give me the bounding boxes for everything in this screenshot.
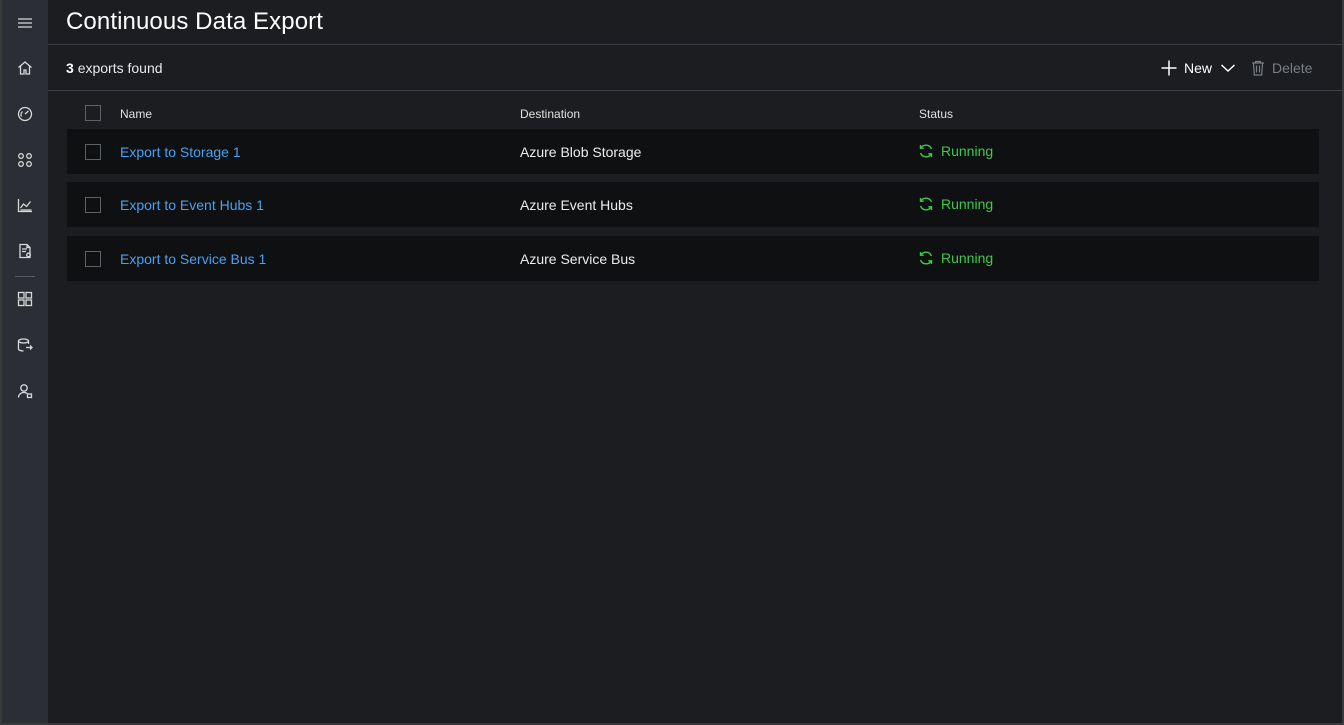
status-badge: Running xyxy=(918,250,993,266)
refresh-running-icon xyxy=(919,251,933,265)
chevron-down-icon xyxy=(1221,64,1236,73)
table-row[interactable]: Export to Event Hubs 1 Azure Event Hubs … xyxy=(67,182,1319,227)
refresh-running-icon xyxy=(919,144,933,158)
status-text: Running xyxy=(941,196,994,212)
dashboard-gauge-icon[interactable] xyxy=(2,94,48,134)
trash-icon xyxy=(1252,60,1264,76)
jobs-document-icon[interactable] xyxy=(2,231,48,271)
column-header-destination[interactable]: Destination xyxy=(520,107,580,121)
column-header-name[interactable]: Name xyxy=(120,107,152,121)
export-count: 3 exports found xyxy=(66,60,163,76)
export-count-number: 3 xyxy=(66,60,74,76)
new-button-label: New xyxy=(1184,60,1213,76)
row-checkbox[interactable] xyxy=(85,197,101,213)
status-text: Running xyxy=(941,143,994,159)
export-name-link[interactable]: Export to Service Bus 1 xyxy=(120,251,266,267)
title-divider xyxy=(48,44,1342,45)
table-row[interactable]: Export to Service Bus 1 Azure Service Bu… xyxy=(67,236,1319,281)
devices-icon[interactable] xyxy=(2,140,48,180)
toolbar-divider xyxy=(48,90,1342,91)
main-content: Continuous Data Export 3 exports found N… xyxy=(48,0,1342,723)
status-badge: Running xyxy=(918,196,993,212)
hamburger-menu-icon[interactable] xyxy=(2,3,48,43)
app-templates-grid-icon[interactable] xyxy=(2,279,48,319)
export-name-link[interactable]: Export to Event Hubs 1 xyxy=(120,197,264,213)
status-text: Running xyxy=(941,250,994,266)
delete-button-label: Delete xyxy=(1272,60,1313,76)
export-count-suffix: exports found xyxy=(77,60,163,76)
select-all-checkbox[interactable] xyxy=(85,105,101,121)
row-checkbox[interactable] xyxy=(85,144,101,160)
destination-text: Azure Event Hubs xyxy=(520,197,633,213)
destination-text: Azure Service Bus xyxy=(520,251,636,267)
export-name-link[interactable]: Export to Storage 1 xyxy=(120,144,241,160)
status-badge: Running xyxy=(918,143,993,159)
page-title: Continuous Data Export xyxy=(66,8,324,35)
analytics-chart-icon[interactable] xyxy=(2,185,48,225)
new-export-button[interactable]: New xyxy=(1160,58,1236,78)
destination-text: Azure Blob Storage xyxy=(520,144,642,160)
row-checkbox[interactable] xyxy=(85,251,101,267)
left-nav xyxy=(2,0,48,723)
nav-divider xyxy=(15,276,35,277)
plus-icon xyxy=(1161,60,1177,76)
administration-user-icon[interactable] xyxy=(2,371,48,411)
home-icon[interactable] xyxy=(2,48,48,88)
delete-button[interactable]: Delete xyxy=(1250,58,1312,78)
table-row[interactable]: Export to Storage 1 Azure Blob Storage R… xyxy=(67,129,1319,174)
data-export-icon[interactable] xyxy=(2,325,48,365)
refresh-running-icon xyxy=(919,197,933,211)
column-header-status[interactable]: Status xyxy=(919,107,953,121)
